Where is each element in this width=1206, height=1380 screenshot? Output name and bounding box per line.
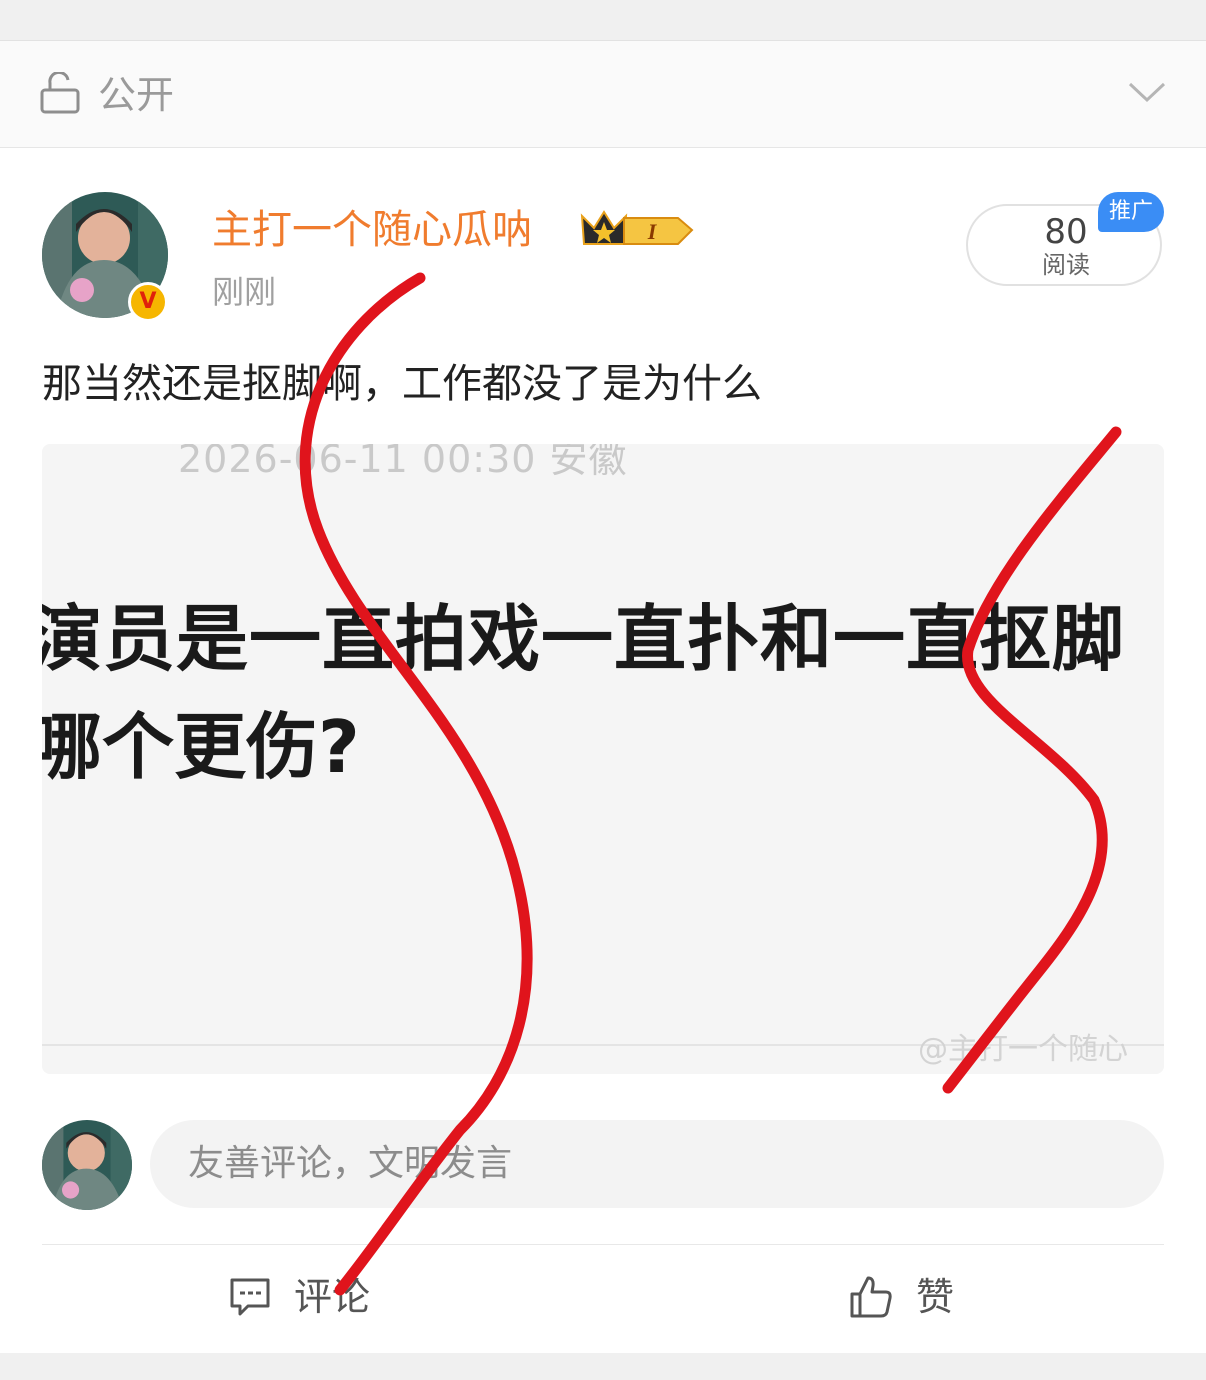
- my-avatar[interactable]: [42, 1120, 132, 1210]
- image-date-line: 2026-06-11 00:30 安徽: [178, 444, 628, 481]
- top-band: [0, 0, 1206, 41]
- comment-icon: [230, 1278, 270, 1316]
- thumbs-up-icon: [850, 1276, 892, 1318]
- like-label: 赞: [916, 1275, 955, 1319]
- lock-open-icon: [40, 72, 80, 114]
- promote-badge[interactable]: 推广: [1098, 192, 1164, 232]
- image-watermark: @主打一个随心: [918, 1032, 1128, 1067]
- bottom-band: [0, 1353, 1206, 1380]
- level-text: I: [647, 219, 658, 244]
- verified-badge: V: [128, 282, 168, 322]
- crown-level-icon: I: [580, 210, 694, 245]
- post-image[interactable]: 2026-06-11 00:30 安徽 演员是一直拍戏一直扑和一直抠脚 哪个更伤…: [42, 444, 1164, 1074]
- visibility-label: 公开: [98, 73, 175, 117]
- comment-input[interactable]: 友善评论，文明发言: [150, 1120, 1164, 1208]
- image-question-line1: 演员是一直拍戏一直扑和一直抠脚: [42, 597, 1126, 681]
- visibility-bar[interactable]: [0, 41, 1206, 148]
- comment-placeholder: 友善评论，文明发言: [188, 1143, 513, 1184]
- chevron-down-icon[interactable]: [1128, 80, 1166, 104]
- post-text: 那当然还是抠脚啊，工作都没了是为什么: [42, 361, 762, 407]
- image-question-line2: 哪个更伤?: [42, 705, 360, 789]
- author-name[interactable]: 主打一个随心瓜呐: [212, 204, 532, 256]
- read-label: 阅读: [1042, 251, 1090, 279]
- comment-label: 评论: [294, 1275, 371, 1319]
- post-time: 刚刚: [212, 273, 277, 311]
- action-divider: [42, 1244, 1164, 1245]
